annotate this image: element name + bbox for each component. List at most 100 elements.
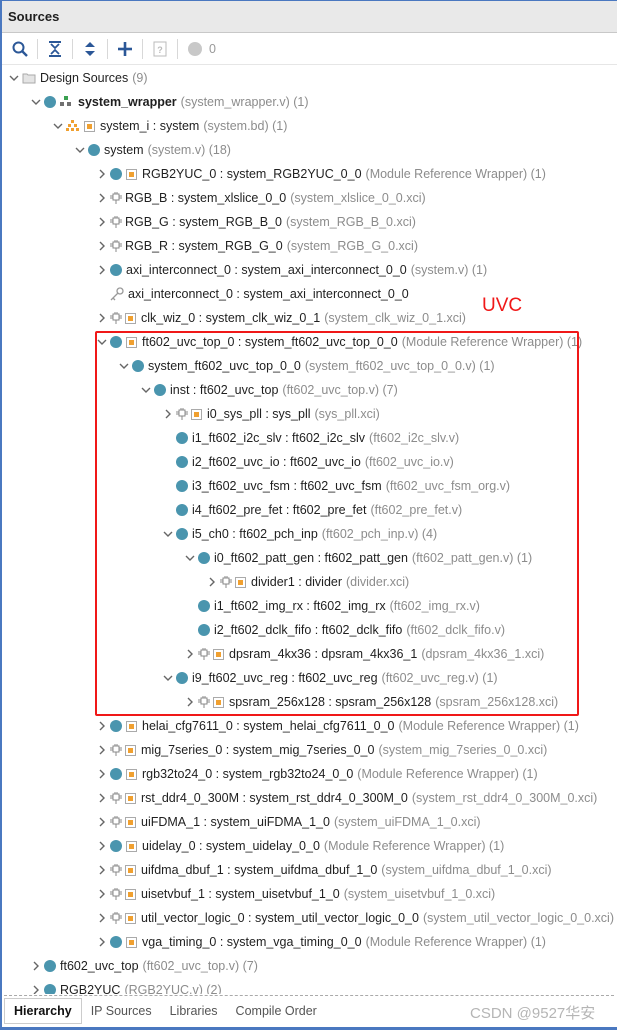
chevron-right-icon[interactable] xyxy=(30,960,42,972)
ip-square-icon xyxy=(126,168,137,180)
tree-row[interactable]: axi_interconnect_0 : system_axi_intercon… xyxy=(96,258,487,282)
row-name: i1_ft602_i2c_slv : ft602_i2c_slv xyxy=(192,431,366,445)
warning-icon[interactable] xyxy=(183,37,207,61)
tree-row[interactable]: system (system.v) (18) xyxy=(74,138,231,162)
tree-row[interactable]: uiFDMA_1 : system_uiFDMA_1_0 (system_uiFD… xyxy=(96,810,481,834)
chevron-right-icon[interactable] xyxy=(206,576,218,588)
chevron-right-icon[interactable] xyxy=(184,648,196,660)
tab-ip-sources[interactable]: IP Sources xyxy=(82,999,161,1023)
tree-row[interactable]: system_ft602_uvc_top_0_0 (system_ft602_uv… xyxy=(118,354,495,378)
chevron-down-icon[interactable] xyxy=(8,72,20,84)
folder-icon xyxy=(22,73,36,84)
chevron-right-icon[interactable] xyxy=(96,816,108,828)
tree-row[interactable]: i5_ch0 : ft602_pch_inp (ft602_pch_inp.v) … xyxy=(162,522,437,546)
row-name: util_vector_logic_0 : system_util_vector… xyxy=(141,911,419,925)
tab-libraries[interactable]: Libraries xyxy=(161,999,227,1023)
tab-hierarchy[interactable]: Hierarchy xyxy=(4,998,82,1024)
tree-row[interactable]: i2_ft602_dclk_fifo : ft602_dclk_fifo (ft6… xyxy=(184,618,505,642)
tree-row[interactable]: vga_timing_0 : system_vga_timing_0_0 (Mod… xyxy=(96,930,546,954)
chevron-right-icon[interactable] xyxy=(184,696,196,708)
search-icon[interactable] xyxy=(8,37,32,61)
tree-row[interactable]: helai_cfg7611_0 : system_helai_cfg7611_0… xyxy=(96,714,579,738)
chevron-right-icon[interactable] xyxy=(30,984,42,994)
tree-row[interactable]: RGB2YUC (RGB2YUC.v) (2) xyxy=(30,978,222,994)
chevron-right-icon[interactable] xyxy=(96,216,108,228)
tree-row[interactable]: mig_7series_0 : system_mig_7series_0_0 (s… xyxy=(96,738,547,762)
block-design-icon xyxy=(66,120,79,131)
tree-row[interactable]: i1_ft602_i2c_slv : ft602_i2c_slv (ft602_i… xyxy=(162,426,459,450)
row-name: i0_ft602_patt_gen : ft602_patt_gen xyxy=(214,551,408,565)
chevron-right-icon[interactable] xyxy=(96,312,108,324)
tree-row[interactable]: dpsram_4kx36 : dpsram_4kx36_1 (dpsram_4kx… xyxy=(184,642,544,666)
row-name: RGB_R : system_RGB_G_0 xyxy=(125,239,283,253)
row-detail: (9) xyxy=(132,71,148,85)
tree-row[interactable]: divider1 : divider (divider.xci) xyxy=(206,570,409,594)
tree-row[interactable]: RGB_R : system_RGB_G_0 (system_RGB_G_0.xc… xyxy=(96,234,418,258)
expand-all-icon[interactable] xyxy=(78,37,102,61)
ip-square-icon xyxy=(213,648,224,660)
chevron-down-icon[interactable] xyxy=(162,528,174,540)
tree-row[interactable]: uifdma_dbuf_1 : system_uifdma_dbuf_1_0 (s… xyxy=(96,858,552,882)
chevron-down-icon[interactable] xyxy=(74,144,86,156)
row-detail: (system_xlslice_0_0.xci) xyxy=(290,191,426,205)
tree-row[interactable]: ft602_uvc_top (ft602_uvc_top.v) (7) xyxy=(30,954,258,978)
collapse-all-icon[interactable] xyxy=(43,37,67,61)
tree-row[interactable]: i9_ft602_uvc_reg : ft602_uvc_reg (ft602_u… xyxy=(162,666,498,690)
tree-row[interactable]: util_vector_logic_0 : system_util_vector… xyxy=(96,906,614,930)
chevron-right-icon[interactable] xyxy=(96,192,108,204)
tree-row[interactable]: RGB_G : system_RGB_B_0 (system_RGB_B_0.xc… xyxy=(96,210,416,234)
chevron-down-icon[interactable] xyxy=(118,360,130,372)
row-detail: (system_rst_ddr4_0_300M_0.xci) xyxy=(411,791,598,805)
chevron-down-icon[interactable] xyxy=(96,336,108,348)
tree-row[interactable]: RGB2YUC_0 : system_RGB2YUC_0_0 (Module Re… xyxy=(96,162,546,186)
tree-row[interactable]: system_i : system (system.bd) (1) xyxy=(52,114,287,138)
tree-row[interactable]: RGB_B : system_xlslice_0_0 (system_xlslic… xyxy=(96,186,426,210)
divider xyxy=(4,995,614,996)
chevron-down-icon[interactable] xyxy=(162,672,174,684)
row-detail: (system_uiFDMA_1_0.xci) xyxy=(333,815,481,829)
add-icon[interactable] xyxy=(113,37,137,61)
tree-row[interactable]: Design Sources (9) xyxy=(8,66,148,90)
tree-row[interactable]: rst_ddr4_0_300M : system_rst_ddr4_0_300M… xyxy=(96,786,597,810)
chevron-down-icon[interactable] xyxy=(30,96,42,108)
tree-row[interactable]: i0_ft602_patt_gen : ft602_patt_gen (ft602… xyxy=(184,546,532,570)
row-detail: (ft602_uvc_top.v) (7) xyxy=(142,959,258,973)
unknown-icon[interactable]: ? xyxy=(148,37,172,61)
chevron-right-icon[interactable] xyxy=(96,792,108,804)
chevron-right-icon[interactable] xyxy=(96,912,108,924)
chevron-right-icon[interactable] xyxy=(96,264,108,276)
tree-row[interactable]: i1_ft602_img_rx : ft602_img_rx (ft602_img… xyxy=(184,594,480,618)
chevron-right-icon[interactable] xyxy=(96,768,108,780)
tree-row[interactable]: i3_ft602_uvc_fsm : ft602_uvc_fsm (ft602_u… xyxy=(162,474,510,498)
chevron-right-icon[interactable] xyxy=(96,168,108,180)
chevron-right-icon[interactable] xyxy=(96,888,108,900)
tree-row[interactable]: uidelay_0 : system_uidelay_0_0 (Module Re… xyxy=(96,834,504,858)
row-name: i0_sys_pll : sys_pll xyxy=(207,407,311,421)
tree-row[interactable]: clk_wiz_0 : system_clk_wiz_0_1 (system_cl… xyxy=(96,306,466,330)
chevron-right-icon[interactable] xyxy=(96,240,108,252)
chevron-right-icon[interactable] xyxy=(96,840,108,852)
tab-compile-order[interactable]: Compile Order xyxy=(227,999,326,1023)
tree-row[interactable]: system_wrapper (system_wrapper.v) (1) xyxy=(30,90,308,114)
tree-row[interactable]: rgb32to24_0 : system_rgb32to24_0_0 (Modul… xyxy=(96,762,538,786)
tree-row[interactable]: inst : ft602_uvc_top (ft602_uvc_top.v) (7… xyxy=(140,378,398,402)
ip-square-icon xyxy=(191,408,202,420)
chevron-right-icon[interactable] xyxy=(96,936,108,948)
chevron-right-icon[interactable] xyxy=(96,744,108,756)
module-icon xyxy=(176,432,188,444)
source-tree[interactable]: Design Sources (9) system_wrapper (system_w… xyxy=(0,66,617,994)
chevron-down-icon[interactable] xyxy=(52,120,64,132)
tree-row[interactable]: axi_interconnect_0 : system_axi_intercon… xyxy=(96,282,409,306)
chevron-right-icon[interactable] xyxy=(96,864,108,876)
chevron-right-icon[interactable] xyxy=(162,408,174,420)
tree-row[interactable]: i0_sys_pll : sys_pll (sys_pll.xci) xyxy=(162,402,380,426)
tree-row[interactable]: ft602_uvc_top_0 : system_ft602_uvc_top_0… xyxy=(96,330,582,354)
tree-row[interactable]: spsram_256x128 : spsram_256x128 (spsram_2… xyxy=(184,690,558,714)
chevron-right-icon[interactable] xyxy=(96,720,108,732)
tree-row[interactable]: i2_ft602_uvc_io : ft602_uvc_io (ft602_uvc… xyxy=(162,450,454,474)
ip-square-icon xyxy=(84,120,95,132)
tree-row[interactable]: uisetvbuf_1 : system_uisetvbuf_1_0 (syste… xyxy=(96,882,495,906)
chevron-down-icon[interactable] xyxy=(184,552,196,564)
tree-row[interactable]: i4_ft602_pre_fet : ft602_pre_fet (ft602_p… xyxy=(162,498,462,522)
chevron-down-icon[interactable] xyxy=(140,384,152,396)
